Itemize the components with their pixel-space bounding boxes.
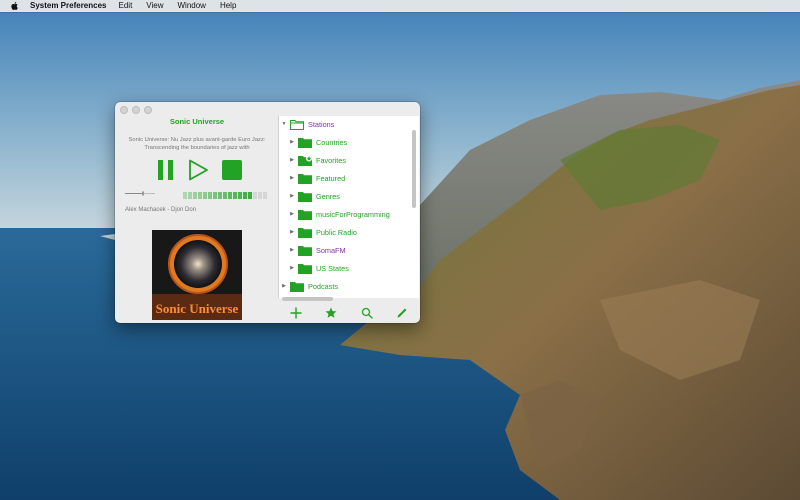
- disclosure-collapsed-icon[interactable]: ▶: [289, 265, 295, 271]
- tree-label: SomaFM: [316, 245, 346, 255]
- star-icon: [325, 307, 337, 318]
- folder-icon: [298, 245, 312, 256]
- tree-item-somafm[interactable]: ▶ SomaFM: [289, 244, 346, 256]
- play-icon: [189, 159, 208, 181]
- disclosure-expanded-icon[interactable]: ▼: [281, 121, 287, 127]
- level-bar: [188, 192, 192, 199]
- volume-slider[interactable]: [125, 191, 155, 196]
- tree-label: musicForProgramming: [316, 209, 390, 219]
- add-icon: [290, 306, 302, 319]
- pause-icon: [158, 160, 173, 180]
- level-bar: [198, 192, 202, 199]
- tree-label: Favorites: [316, 155, 347, 165]
- audio-level-meter: [183, 191, 267, 199]
- browser-toolbar: [278, 302, 420, 323]
- tree-item-genres[interactable]: ▶ Genres: [289, 190, 340, 202]
- level-bar: [223, 192, 227, 199]
- level-bar: [248, 192, 252, 199]
- level-bar: [243, 192, 247, 199]
- disclosure-collapsed-icon[interactable]: ▶: [289, 193, 295, 199]
- tree-item-favorites[interactable]: ▶ Favorites: [289, 154, 346, 166]
- tree-label: Genres: [316, 191, 340, 201]
- edit-icon: [397, 308, 407, 317]
- player-pane: Sonic Universe Sonic Universe: Nu Jazz p…: [115, 102, 277, 323]
- pause-button[interactable]: [155, 159, 177, 181]
- folder-icon: [298, 191, 312, 202]
- station-browser: ▼ Stations ▶ Countries ▶ Favorites ▶ Fea: [278, 116, 419, 298]
- disclosure-collapsed-icon[interactable]: ▶: [289, 229, 295, 235]
- level-bar: [233, 192, 237, 199]
- level-bar: [183, 192, 187, 199]
- tree-label-stations: Stations: [308, 119, 335, 129]
- stop-button[interactable]: [221, 159, 243, 181]
- favorite-button[interactable]: [324, 306, 338, 320]
- menu-window[interactable]: Window: [178, 0, 206, 12]
- artwork-text: Sonic Universe: [156, 301, 239, 316]
- tree-item-countries[interactable]: ▶ Countries: [289, 136, 347, 148]
- tree-label-podcasts: Podcasts: [308, 281, 339, 291]
- tree-label: US States: [316, 263, 349, 273]
- station-title: Sonic Universe: [169, 117, 225, 126]
- menu-edit[interactable]: Edit: [119, 0, 133, 12]
- tree-item-us-states[interactable]: ▶ US States: [289, 262, 349, 274]
- level-bar: [253, 192, 257, 199]
- level-bar: [228, 192, 232, 199]
- playback-controls: [155, 159, 245, 181]
- tree-item-podcasts[interactable]: ▶ Podcasts: [281, 280, 338, 292]
- folder-icon: [298, 173, 312, 184]
- tree-item-musicforprogramming[interactable]: ▶ musicForProgramming: [289, 208, 390, 220]
- menu-view[interactable]: View: [146, 0, 163, 12]
- folder-icon: [290, 281, 304, 292]
- folder-icon: [298, 209, 312, 220]
- folder-icon: [298, 227, 312, 238]
- tree-label: Featured: [316, 173, 346, 183]
- favorites-folder-icon: [298, 155, 312, 166]
- vertical-scrollbar[interactable]: [412, 130, 416, 208]
- open-folder-icon: [290, 119, 304, 130]
- menu-app-name[interactable]: System Preferences: [30, 0, 107, 12]
- disclosure-collapsed-icon[interactable]: ▶: [289, 247, 295, 253]
- menu-help[interactable]: Help: [220, 0, 236, 12]
- level-bar: [193, 192, 197, 199]
- stop-icon: [222, 160, 242, 180]
- folder-icon: [298, 137, 312, 148]
- horizontal-scrollbar[interactable]: [282, 297, 333, 301]
- menu-bar: System Preferences Edit View Window Help: [0, 0, 800, 12]
- disclosure-collapsed-icon[interactable]: ▶: [289, 211, 295, 217]
- add-button[interactable]: [289, 306, 303, 320]
- folder-icon: [298, 263, 312, 274]
- apple-icon[interactable]: [10, 1, 20, 11]
- level-bar: [208, 192, 212, 199]
- tree-item-stations[interactable]: ▼ Stations: [281, 118, 334, 130]
- tree-item-featured[interactable]: ▶ Featured: [289, 172, 345, 184]
- disclosure-collapsed-icon[interactable]: ▶: [289, 139, 295, 145]
- level-bar: [263, 192, 267, 199]
- level-bar: [203, 192, 207, 199]
- now-playing-track: Alex Machacek - Djon Don: [125, 207, 197, 213]
- tree-label: Public Radio: [316, 227, 357, 237]
- search-button[interactable]: [360, 306, 374, 320]
- tree-label: Countries: [316, 137, 348, 147]
- level-bar: [213, 192, 217, 199]
- level-bar: [238, 192, 242, 199]
- station-artwork: Sonic Universe: [152, 230, 242, 320]
- level-bar: [218, 192, 222, 199]
- disclosure-collapsed-icon[interactable]: ▶: [289, 175, 295, 181]
- play-button[interactable]: [187, 159, 209, 181]
- level-bar: [258, 192, 262, 199]
- tree-item-public-radio[interactable]: ▶ Public Radio: [289, 226, 357, 238]
- edit-button[interactable]: [395, 306, 409, 320]
- radio-window: Sonic Universe Sonic Universe: Nu Jazz p…: [115, 102, 420, 323]
- search-icon: [361, 307, 373, 319]
- disclosure-collapsed-icon[interactable]: ▶: [289, 157, 295, 163]
- station-description: Sonic Universe: Nu Jazz plus avant-garde…: [128, 137, 266, 151]
- disclosure-collapsed-icon[interactable]: ▶: [281, 283, 287, 289]
